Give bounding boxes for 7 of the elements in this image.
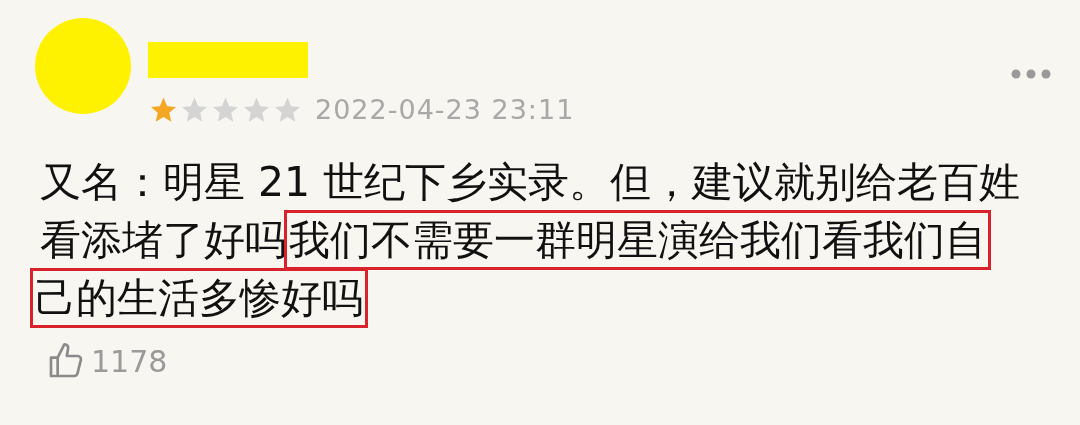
like-count: 1178 [91,342,168,381]
review-text: 看添堵了好吗 [40,214,286,266]
highlighted-text: 我们不需要一群明星演给我们看我们自 [284,209,991,270]
highlighted-text: 己的生活多惨好吗 [30,267,368,328]
review-text: 又名：明星 21 世纪下乡实录。但，建议就别给老百姓 [40,156,1021,208]
more-icon[interactable] [1010,68,1052,80]
review-date: 2022-04-23 23:11 [315,93,575,127]
